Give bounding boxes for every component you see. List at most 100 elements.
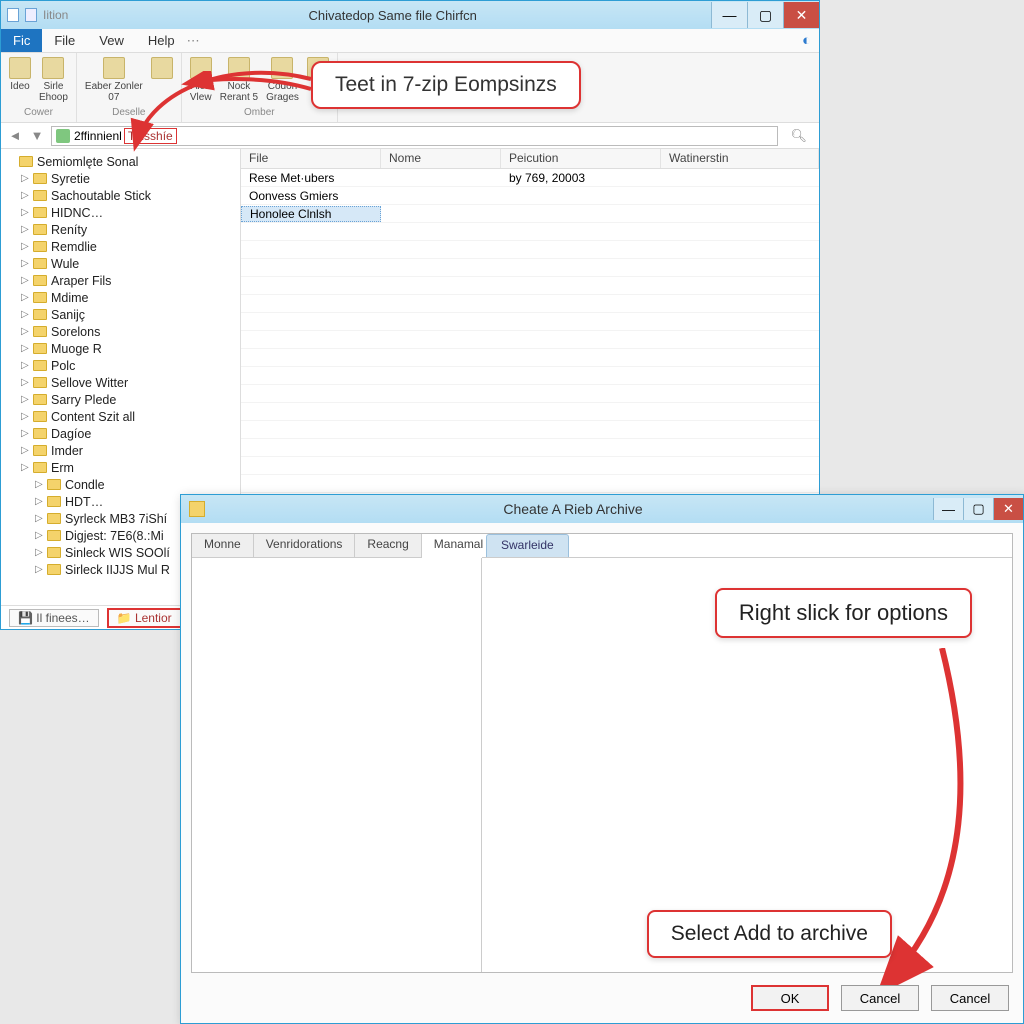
quick-doc-icon[interactable]: [7, 8, 19, 22]
tree-node[interactable]: ▷Content Szit all: [7, 408, 240, 425]
tree-expander-icon[interactable]: ▷: [21, 394, 33, 405]
dialog-titlebar[interactable]: Cheate A Rieb Archive — ▢ ✕: [181, 495, 1023, 523]
titlebar[interactable]: Iition Chivatedop Same file Chirfcn — ▢ …: [1, 1, 819, 29]
tree-label: Sanijç: [51, 308, 85, 322]
nav-fwd-icon[interactable]: ▼: [29, 128, 45, 143]
dialog-app-icon: [189, 501, 205, 517]
tree-expander-icon[interactable]: ▷: [21, 173, 33, 184]
tree-expander-icon[interactable]: ▷: [21, 207, 33, 218]
tree-label: Imder: [51, 444, 83, 458]
dialog-left-tabs: MonneVenridorationsReacngManamal: [192, 534, 481, 558]
tree-node[interactable]: ▷ Polc: [7, 357, 240, 374]
menubar-overflow-icon[interactable]: ⋯: [187, 33, 200, 49]
file-row[interactable]: Rese Met·ubersby 769, 20003: [241, 169, 819, 187]
tree-expander-icon[interactable]: ▷: [35, 530, 47, 541]
tree-expander-icon[interactable]: ▷: [21, 360, 33, 371]
tree-expander-icon[interactable]: ▷: [35, 564, 47, 575]
dialog-minimize-button[interactable]: —: [933, 498, 963, 520]
folder-icon: [33, 275, 47, 286]
callout-right-click: Right slick for options: [715, 588, 972, 638]
tree-node[interactable]: ▷Erm: [7, 459, 240, 476]
tree-label: Polc: [51, 359, 75, 373]
dialog-right-tab[interactable]: Swarleide: [486, 534, 569, 557]
ribbon-button-2-0[interactable]: AlenVlew: [190, 57, 212, 103]
tree-expander-icon[interactable]: ▷: [21, 275, 33, 286]
tree-node[interactable]: ▷Muoge R: [7, 340, 240, 357]
quick-page-icon[interactable]: [25, 8, 37, 22]
tree-node[interactable]: ▷Dagíoe: [7, 425, 240, 442]
tree-node[interactable]: ▷Sellove Witter: [7, 374, 240, 391]
folder-icon: [33, 343, 47, 354]
dialog-right-panel: Swarleide Right slick for options Select…: [482, 534, 1012, 972]
ribbon-button-1-0[interactable]: Eaber Zonler07: [85, 57, 143, 103]
tree-node[interactable]: ▷Reníty: [7, 221, 240, 238]
tree-expander-icon[interactable]: ▷: [21, 326, 33, 337]
tree-node[interactable]: ▷Syretie: [7, 170, 240, 187]
search-icon[interactable]: 🔍︎: [790, 128, 807, 144]
file-row[interactable]: Honolee Clnlsh: [241, 205, 819, 223]
tree-expander-icon[interactable]: ▷: [21, 428, 33, 439]
tree-node[interactable]: ▷ Sarry Plede: [7, 391, 240, 408]
menu-fic[interactable]: Fic: [1, 29, 42, 52]
col-name[interactable]: Nome: [381, 149, 501, 168]
tree-expander-icon[interactable]: ▷: [21, 224, 33, 235]
tree-node[interactable]: ▷Condle: [7, 476, 240, 493]
tree-expander-icon[interactable]: ▷: [21, 241, 33, 252]
cancel-button[interactable]: Cancel: [841, 985, 919, 1011]
file-row[interactable]: Oonvess Gmiers: [241, 187, 819, 205]
dialog-tab-venridorations[interactable]: Venridorations: [254, 534, 356, 557]
menu-vew[interactable]: Vew: [87, 29, 136, 52]
col-file[interactable]: File: [241, 149, 381, 168]
ribbon-button-1-1[interactable]: [151, 57, 173, 103]
tree-label: Sarry Plede: [51, 393, 116, 407]
tree-expander-icon[interactable]: ▷: [21, 258, 33, 269]
tree-node[interactable]: ▷HIDNC…: [7, 204, 240, 221]
tree-expander-icon[interactable]: ▷: [21, 445, 33, 456]
ribbon-button-2-2[interactable]: CodonGrages: [266, 57, 299, 103]
tree-node[interactable]: ▷Mdime: [7, 289, 240, 306]
address-input[interactable]: 2ffinnienl Tinsshíe: [51, 126, 778, 146]
tree-node[interactable]: Semiomlęte Sonal: [7, 153, 240, 170]
help-icon[interactable]: ◐: [802, 32, 811, 49]
tree-node[interactable]: ▷Sorelons: [7, 323, 240, 340]
tree-node[interactable]: ▷ Sanijç: [7, 306, 240, 323]
dialog-close-button[interactable]: ✕: [993, 498, 1023, 520]
nav-back-icon[interactable]: ◄: [7, 128, 23, 143]
status-hot[interactable]: 📁 Lentior: [107, 608, 182, 628]
tree-node[interactable]: ▷Remdlie: [7, 238, 240, 255]
tree-expander-icon[interactable]: ▷: [35, 547, 47, 558]
column-headers[interactable]: File Nome Peicution Watinerstin: [241, 149, 819, 169]
minimize-button[interactable]: —: [711, 2, 747, 28]
dialog-tab-monne[interactable]: Monne: [192, 534, 254, 557]
dialog-left-panel: MonneVenridorationsReacngManamal: [192, 534, 482, 972]
ribbon-button-2-1[interactable]: NockRerant 5: [220, 57, 258, 103]
tree-expander-icon[interactable]: ▷: [35, 496, 47, 507]
dialog-tab-reacng[interactable]: Reacng: [355, 534, 421, 557]
ok-button[interactable]: OK: [751, 985, 829, 1011]
cancel-button-2[interactable]: Cancel: [931, 985, 1009, 1011]
status-left[interactable]: 💾 Il finees…: [9, 609, 99, 627]
tree-expander-icon[interactable]: ▷: [35, 479, 47, 490]
tree-expander-icon[interactable]: ▷: [21, 411, 33, 422]
col-date[interactable]: Watinerstin: [661, 149, 819, 168]
dialog-maximize-button[interactable]: ▢: [963, 498, 993, 520]
tree-node[interactable]: ▷Sachoutable Stick: [7, 187, 240, 204]
tree-expander-icon[interactable]: ▷: [21, 462, 33, 473]
tree-expander-icon[interactable]: ▷: [21, 292, 33, 303]
tree-node[interactable]: ▷ Imder: [7, 442, 240, 459]
tree-node[interactable]: ▷Wule: [7, 255, 240, 272]
close-button[interactable]: ✕: [783, 2, 819, 28]
tree-expander-icon[interactable]: ▷: [35, 513, 47, 524]
maximize-button[interactable]: ▢: [747, 2, 783, 28]
tree-expander-icon[interactable]: ▷: [21, 343, 33, 354]
ribbon-button-0-1[interactable]: SirleEhoop: [39, 57, 68, 103]
tree-expander-icon[interactable]: ▷: [21, 190, 33, 201]
tree-expander-icon[interactable]: ▷: [21, 309, 33, 320]
tree-expander-icon[interactable]: ▷: [21, 377, 33, 388]
menu-help[interactable]: Help: [136, 29, 187, 52]
ribbon-button-0-0[interactable]: Ideo: [9, 57, 31, 103]
menu-file[interactable]: File: [42, 29, 87, 52]
tree-node[interactable]: ▷Araper Fils: [7, 272, 240, 289]
col-description[interactable]: Peicution: [501, 149, 661, 168]
tree-label: Semiomlęte Sonal: [37, 155, 138, 169]
